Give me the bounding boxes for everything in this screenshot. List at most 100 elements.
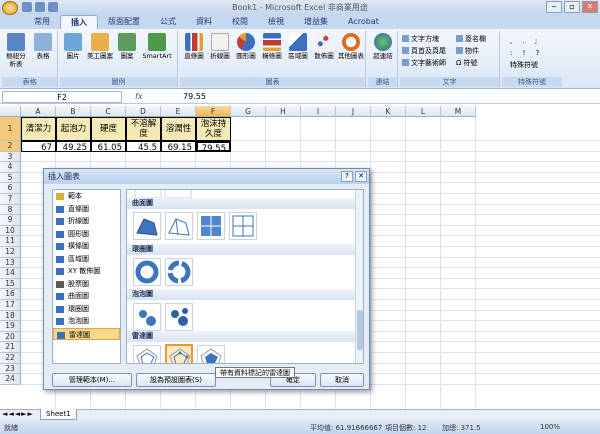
tab-acrobat[interactable]: Acrobat [338,15,389,29]
chart-category-item[interactable]: 環圈圖 [53,303,120,316]
table-button[interactable]: 表格 [32,33,54,60]
row-header-3[interactable]: 3 [0,151,21,163]
row-header-2[interactable]: 2 [0,141,21,152]
row-header-13[interactable]: 13 [0,257,21,269]
bar-chart-button[interactable]: 橫條圖 [260,33,284,60]
column-header-F[interactable]: F [196,106,231,117]
column-header-C[interactable]: C [91,106,126,117]
set-default-chart-button[interactable]: 設為預設圖表(S) [136,373,216,387]
select-all-corner[interactable] [0,106,21,117]
wordart-button[interactable]: 文字藝術師 [402,58,446,68]
tab-formulas[interactable]: 公式 [150,15,186,29]
scatter-chart-button[interactable]: 散佈圖 [312,33,336,60]
radar-with-markers-thumb[interactable] [165,344,193,363]
exploded-doughnut-thumb[interactable] [165,258,193,286]
clipart-button[interactable]: 美工圖案 [86,33,114,60]
table-value-cell[interactable]: 69.15 [161,141,196,152]
column-header-H[interactable]: H [266,106,301,117]
row-header-1[interactable]: 1 [0,117,21,141]
tab-home[interactable]: 常用 [24,15,60,29]
picture-button[interactable]: 圖片 [62,33,84,60]
row-header-5[interactable]: 5 [0,172,21,184]
column-header-J[interactable]: J [336,106,371,117]
row-header-24[interactable]: 24 [0,374,21,385]
textbox-button[interactable]: 文字方塊 [402,34,439,44]
row-header-21[interactable]: 21 [0,342,21,353]
dialog-close-button[interactable]: ✕ [355,171,367,182]
cancel-button[interactable]: 取消 [320,373,364,387]
column-header-L[interactable]: L [406,106,441,117]
bubble-thumb[interactable] [133,303,161,331]
table-header-cell[interactable]: 硬度 [91,117,126,141]
table-header-cell[interactable]: 起泡力 [56,117,91,141]
table-header-cell[interactable]: 不溶解度 [126,117,161,141]
maximize-button[interactable]: ▫ [564,1,580,13]
row-header-12[interactable]: 12 [0,247,21,258]
hyperlink-button[interactable]: 超連結 [370,33,396,60]
row-header-11[interactable]: 11 [0,236,21,247]
special-symbols-button[interactable]: 特殊符號 [510,60,538,70]
chart-category-item[interactable]: 範本 [53,190,120,203]
fx-icon[interactable]: fx [135,92,143,101]
chart-category-item[interactable]: 圓形圖 [53,228,120,241]
formula-input[interactable]: 79.55 [183,92,206,101]
manage-templates-button[interactable]: 管理範本(M)... [52,373,132,387]
tab-review[interactable]: 校閱 [222,15,258,29]
row-header-22[interactable]: 22 [0,353,21,364]
area-chart-button[interactable]: 區域圖 [286,33,310,60]
doughnut-thumb[interactable] [133,258,161,286]
name-box[interactable]: F2 [2,91,122,103]
zoom-level[interactable]: 100% [540,423,560,431]
dialog-scrollbar[interactable] [355,190,363,363]
column-header-K[interactable]: K [371,106,406,117]
smartart-button[interactable]: SmartArt [140,33,174,60]
column-header-A[interactable]: A [21,106,56,117]
header-footer-button[interactable]: 頁首及頁尾 [402,46,446,56]
row-header-10[interactable]: 10 [0,225,21,237]
table-value-cell[interactable]: 67 [21,141,56,152]
tab-insert[interactable]: 插入 [60,15,98,29]
column-header-G[interactable]: G [231,106,266,117]
table-value-cell[interactable]: 49.25 [56,141,91,152]
table-header-cell[interactable]: 清潔力 [21,117,56,141]
bubble-3d-thumb[interactable] [165,303,193,331]
pie-chart-button[interactable]: 圓形圖 [234,33,258,60]
table-header-cell[interactable]: 溶潤性 [161,117,196,141]
column-header-D[interactable]: D [126,106,161,117]
column-header-I[interactable]: I [301,106,336,117]
table-value-cell[interactable]: 79.55 [196,141,231,152]
chart-category-item[interactable]: 股票圖 [53,278,120,291]
row-header-14[interactable]: 14 [0,268,21,279]
signature-line-button[interactable]: 簽名欄 [456,34,486,44]
radar-thumb[interactable] [133,345,161,363]
scrollbar-thumb[interactable] [357,310,363,350]
chart-category-item[interactable]: 直條圖 [53,203,120,216]
surface-3d-thumb[interactable] [133,212,161,240]
row-header-15[interactable]: 15 [0,278,21,290]
chart-category-item[interactable]: 曲面圖 [53,290,120,303]
symbol-row-2[interactable]: : ! ? [510,48,543,58]
chart-category-item[interactable]: XY 散佈圖 [53,265,120,278]
sheet-nav-icons[interactable]: ◄◄◄►► [2,410,34,418]
pivottable-button[interactable]: 樞紐分析表 [4,33,28,68]
tab-data[interactable]: 資料 [186,15,222,29]
symbol-button[interactable]: Ω 符號 [456,58,477,68]
table-header-cell[interactable]: 泡沫持久度 [196,117,231,141]
chart-category-item[interactable]: 區域圖 [53,253,120,266]
row-header-9[interactable]: 9 [0,215,21,226]
row-header-7[interactable]: 7 [0,194,21,205]
contour-wireframe-thumb[interactable] [229,212,257,240]
row-header-17[interactable]: 17 [0,300,21,311]
tab-view[interactable]: 檢視 [258,15,294,29]
symbol-row-1[interactable]: , . ; [510,36,541,46]
close-button[interactable]: ✕ [582,1,598,13]
row-header-23[interactable]: 23 [0,363,21,375]
minimize-button[interactable]: ‒ [546,1,562,13]
table-value-cell[interactable]: 61.05 [91,141,126,152]
row-header-8[interactable]: 8 [0,204,21,216]
row-header-20[interactable]: 20 [0,331,21,343]
column-header-B[interactable]: B [56,106,91,117]
column-header-M[interactable]: M [441,106,476,117]
row-header-19[interactable]: 19 [0,321,21,332]
row-header-16[interactable]: 16 [0,289,21,300]
